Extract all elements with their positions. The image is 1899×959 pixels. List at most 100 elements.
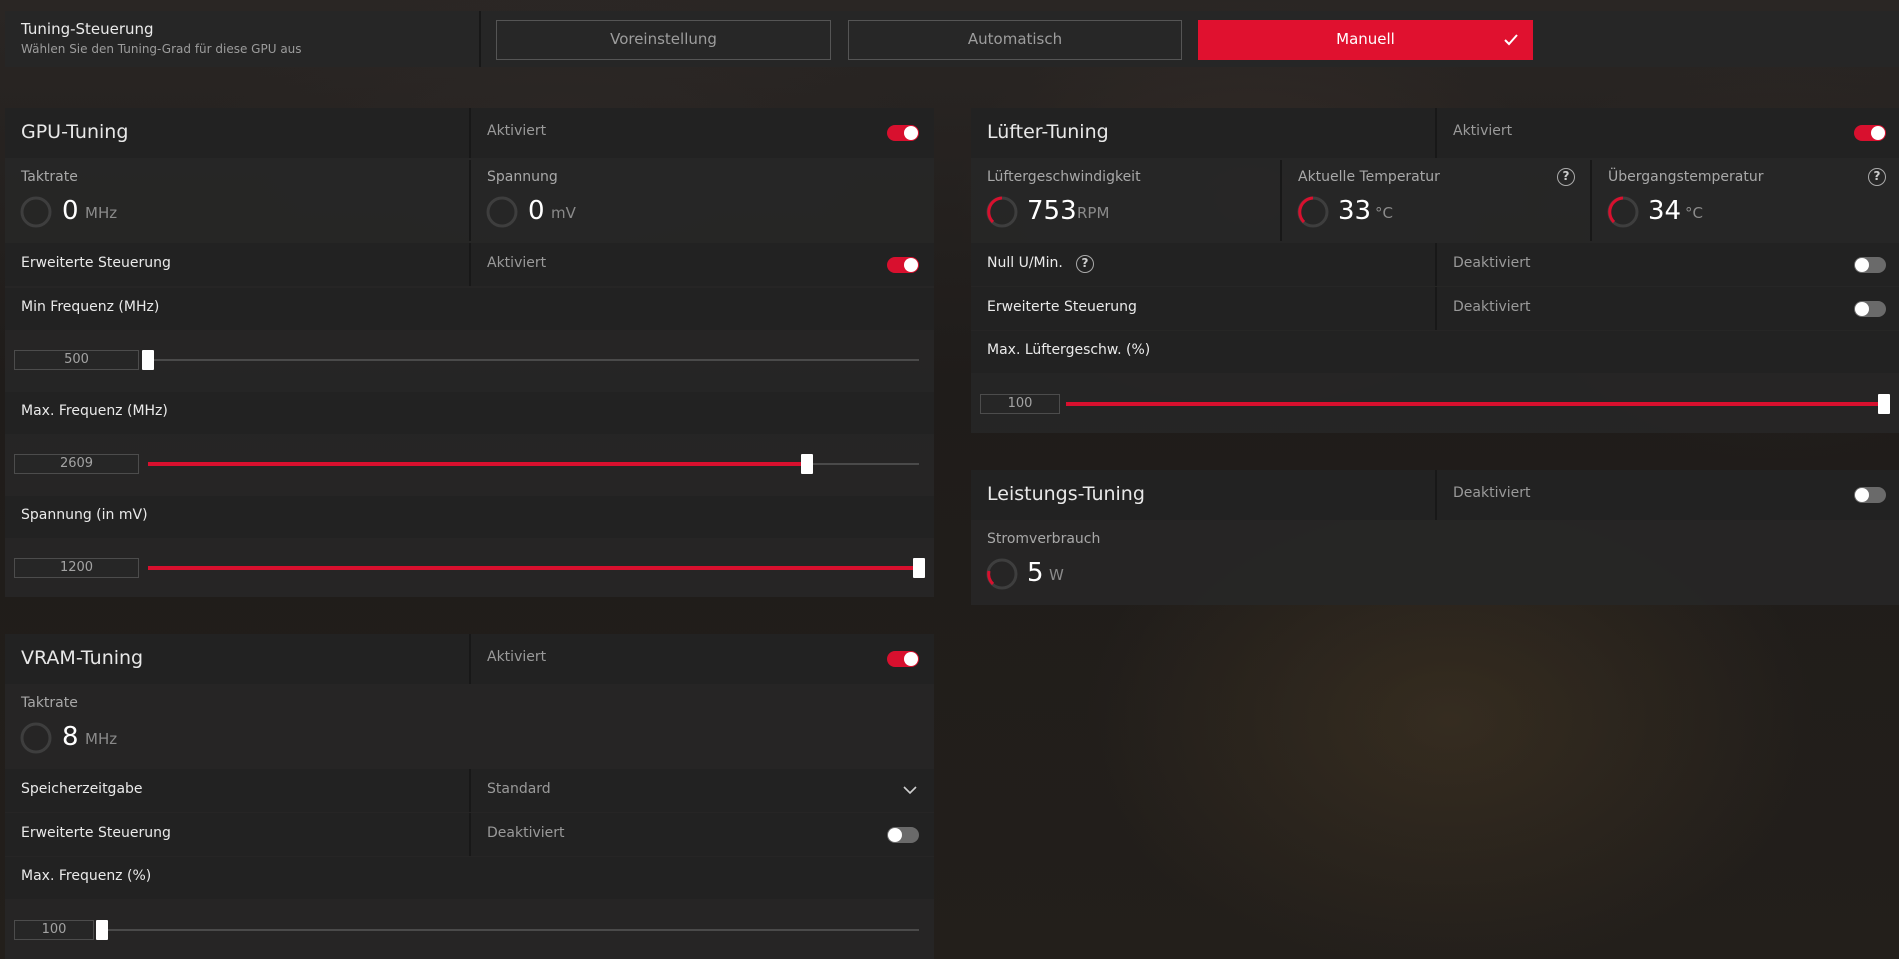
voltage-slider-fill [148, 566, 919, 570]
divider [469, 243, 471, 286]
gpu-advanced-row: Erweiterte Steuerung Aktiviert [5, 243, 934, 286]
vram-max-freq-track[interactable] [102, 929, 919, 931]
fan-speed-unit: RPM [1077, 204, 1110, 222]
vram-tuning-status: Aktiviert [487, 649, 547, 665]
vram-max-freq-label: Max. Frequenz (%) [21, 868, 152, 884]
power-metrics-row: Stromverbrauch 5 W [971, 522, 1899, 603]
tuning-control-title: Tuning-Steuerung [21, 20, 154, 38]
vram-max-freq-input[interactable]: 100 [14, 920, 94, 940]
help-icon[interactable]: ? [1868, 168, 1886, 186]
gauge-icon [20, 196, 52, 228]
vram-metrics-row: Taktrate 8 MHz [5, 686, 934, 767]
vram-advanced-row: Erweiterte Steuerung Deaktiviert [5, 813, 934, 856]
gpu-advanced-status: Aktiviert [487, 255, 547, 271]
fan-advanced-label: Erweiterte Steuerung [987, 299, 1137, 315]
gpu-voltage-unit: mV [551, 204, 576, 222]
junction-temp-label: Übergangstemperatur [1608, 169, 1764, 185]
mode-button-manual-label: Manuell [1336, 30, 1395, 48]
voltage-slider-thumb[interactable] [913, 558, 925, 578]
divider [1435, 243, 1437, 286]
toggle-knob [1871, 126, 1885, 140]
voltage-slider-input[interactable]: 1200 [14, 558, 139, 578]
power-label: Stromverbrauch [987, 531, 1101, 547]
gauge-icon [986, 558, 1018, 590]
memory-timing-dropdown[interactable]: Standard [471, 769, 934, 812]
divider [469, 634, 471, 684]
divider [469, 160, 471, 241]
help-icon[interactable]: ? [1076, 255, 1094, 273]
vram-clock-value: 8 [62, 722, 79, 752]
memory-timing-label: Speicherzeitgabe [21, 781, 143, 797]
min-freq-track[interactable] [148, 359, 919, 361]
min-freq-thumb[interactable] [142, 350, 154, 370]
gauge-icon [486, 196, 518, 228]
gpu-tuning-toggle[interactable] [887, 125, 919, 141]
max-freq-input[interactable]: 2609 [14, 454, 139, 474]
vram-advanced-toggle[interactable] [887, 827, 919, 843]
power-unit: W [1049, 566, 1064, 584]
fan-tuning-status: Aktiviert [1453, 123, 1513, 139]
current-temp-value: 33 [1338, 196, 1372, 226]
gpu-tuning-title: GPU-Tuning [21, 121, 129, 143]
vram-tuning-toggle[interactable] [887, 651, 919, 667]
gpu-advanced-toggle[interactable] [887, 257, 919, 273]
toggle-knob [1855, 258, 1869, 272]
gauge-icon [1607, 196, 1639, 228]
mode-button-automatic[interactable]: Automatisch [848, 20, 1182, 60]
gpu-tuning-header: GPU-Tuning Aktiviert [5, 108, 934, 158]
min-freq-input[interactable]: 500 [14, 350, 139, 370]
vram-tuning-header: VRAM-Tuning Aktiviert [5, 634, 934, 684]
power-value: 5 [1027, 558, 1044, 588]
divider [469, 813, 471, 856]
max-freq-header: Max. Frequenz (MHz) [5, 392, 934, 434]
memory-timing-row: Speicherzeitgabe Standard [5, 769, 934, 812]
divider [1435, 287, 1437, 330]
voltage-slider-header: Spannung (in mV) [5, 496, 934, 538]
mode-button-manual[interactable]: Manuell [1198, 20, 1533, 60]
gpu-tuning-status: Aktiviert [487, 123, 547, 139]
help-icon[interactable]: ? [1557, 168, 1575, 186]
fan-advanced-status: Deaktiviert [1453, 299, 1531, 315]
mode-button-preset[interactable]: Voreinstellung [496, 20, 831, 60]
min-freq-header: Min Frequenz (MHz) [5, 288, 934, 330]
max-fan-input[interactable]: 100 [980, 394, 1060, 414]
fan-tuning-toggle[interactable] [1854, 125, 1886, 141]
max-freq-label: Max. Frequenz (MHz) [21, 403, 168, 419]
vram-max-freq-thumb[interactable] [96, 920, 108, 940]
divider [469, 108, 471, 158]
fan-speed-value: 753 [1027, 196, 1077, 226]
toggle-knob [904, 652, 918, 666]
toggle-knob [888, 828, 902, 842]
gpu-voltage-value: 0 [528, 196, 545, 226]
gauge-icon [20, 722, 52, 754]
zero-rpm-toggle[interactable] [1854, 257, 1886, 273]
min-freq-label: Min Frequenz (MHz) [21, 299, 160, 315]
toggle-knob [904, 258, 918, 272]
power-tuning-status: Deaktiviert [1453, 485, 1531, 501]
current-temp-unit: °C [1375, 204, 1393, 222]
max-freq-thumb[interactable] [801, 454, 814, 474]
toggle-knob [904, 126, 918, 140]
vram-advanced-status: Deaktiviert [487, 825, 565, 841]
gpu-clock-unit: MHz [85, 204, 118, 222]
power-tuning-title: Leistungs-Tuning [987, 483, 1145, 505]
max-fan-fill [1066, 402, 1884, 406]
gauge-icon [1297, 196, 1329, 228]
current-temp-label: Aktuelle Temperatur [1298, 169, 1440, 185]
fan-tuning-title: Lüfter-Tuning [987, 121, 1109, 143]
divider [1280, 160, 1282, 241]
max-freq-fill [148, 462, 808, 466]
fan-speed-label: Lüftergeschwindigkeit [987, 169, 1141, 185]
power-tuning-toggle[interactable] [1854, 487, 1886, 503]
vram-max-freq-header: Max. Frequenz (%) [5, 857, 934, 899]
vram-advanced-label: Erweiterte Steuerung [21, 825, 171, 841]
gpu-metrics-row: Taktrate 0 MHz Spannung 0 mV [5, 160, 934, 241]
fan-advanced-toggle[interactable] [1854, 301, 1886, 317]
gauge-icon [986, 196, 1018, 228]
junction-temp-value: 34 [1648, 196, 1682, 226]
toggle-knob [1855, 488, 1869, 502]
gpu-voltage-label: Spannung [487, 169, 558, 185]
voltage-slider-label: Spannung (in mV) [21, 507, 148, 523]
max-fan-thumb[interactable] [1878, 394, 1890, 414]
vram-tuning-title: VRAM-Tuning [21, 647, 144, 669]
